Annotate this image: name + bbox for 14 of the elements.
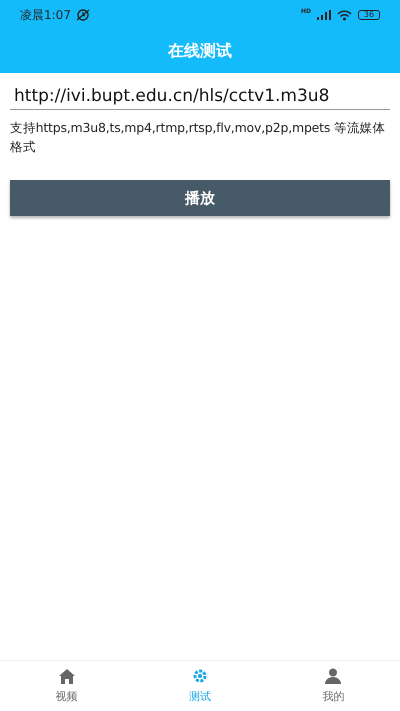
person-icon	[325, 668, 342, 684]
alarm-off-icon	[74, 8, 91, 22]
nav-tab[interactable]: 我的	[266, 661, 400, 711]
play-button[interactable]: 播放	[10, 180, 390, 216]
battery-icon: 36	[358, 10, 380, 20]
home-icon	[58, 668, 75, 684]
gear-icon	[192, 668, 208, 684]
format-hint: 支持https,m3u8,ts,mp4,rtmp,rtsp,flv,mov,p2p,mpets 等流媒体格式	[10, 119, 386, 156]
wifi-icon	[337, 10, 352, 20]
nav-tab[interactable]: 视频	[0, 661, 134, 711]
status-time: 凌晨1:07	[20, 6, 71, 24]
signal-icon	[317, 10, 331, 20]
url-field[interactable]: http://ivi.bupt.edu.cn/hls/cctv1.m3u8	[10, 83, 390, 110]
page-title: 在线测试	[166, 40, 233, 62]
